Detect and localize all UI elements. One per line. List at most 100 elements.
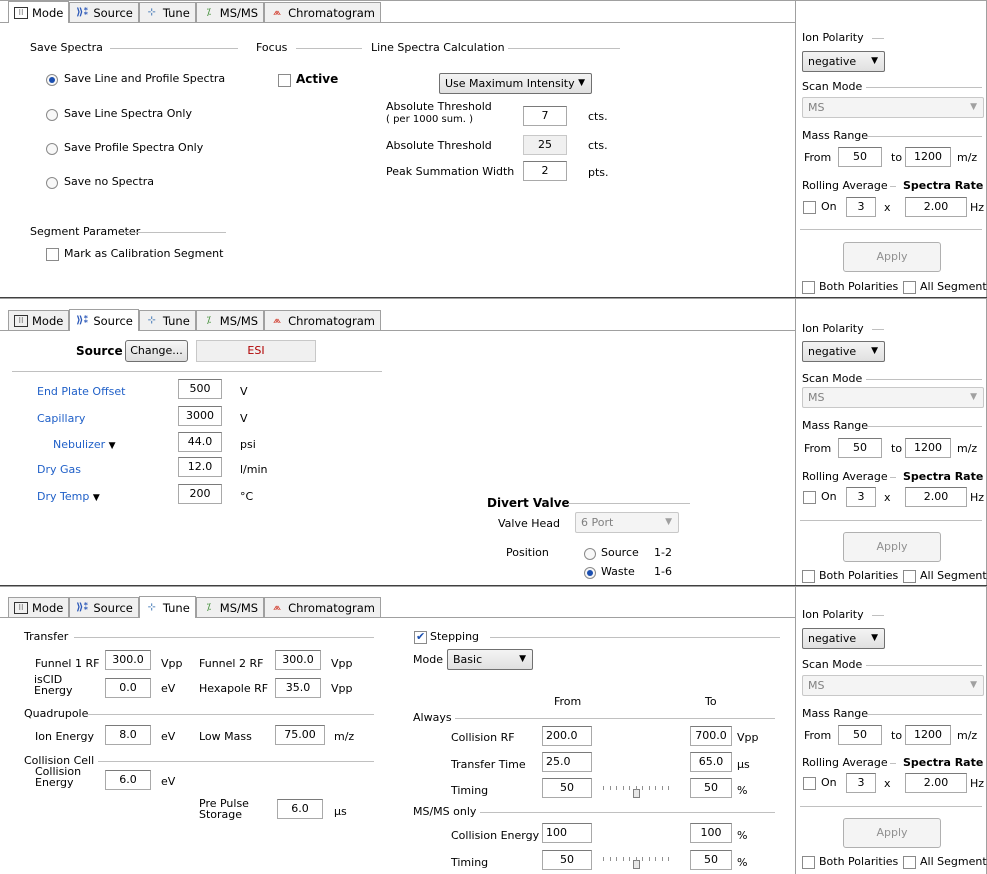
pre-pulse-input[interactable]: 6.0 [277, 799, 323, 819]
rolling-on-checkbox[interactable] [803, 777, 816, 790]
calc-method-dropdown[interactable]: Use Maximum Intensity ▼ [439, 73, 592, 94]
msms-collision-energy-to-input[interactable]: 100 [690, 823, 732, 843]
scan-mode-dropdown[interactable]: MS ▼ [802, 97, 984, 118]
msms-timing-slider-thumb[interactable] [632, 860, 640, 869]
capillary-input[interactable]: 3000 [178, 406, 222, 426]
slider-tick [642, 857, 643, 861]
rolling-count-input[interactable]: 3 [846, 197, 876, 217]
tab-tune[interactable]: ⊹ Tune [138, 2, 196, 22]
spectra-rate-input[interactable]: 2.00 [905, 197, 967, 217]
nebulizer-label[interactable]: Nebulizer ▼ [53, 438, 116, 451]
tab-tune[interactable]: ⊹ Tune [138, 596, 196, 618]
end-plate-input[interactable]: 500 [178, 379, 222, 399]
dry-gas-input[interactable]: 12.0 [178, 457, 222, 477]
tab-mode[interactable]: ⁝⁝ Mode [8, 597, 70, 617]
collision-rf-to-input[interactable]: 700.0 [690, 726, 732, 746]
radio-save-line-only[interactable] [46, 109, 58, 121]
iscid-input[interactable]: 0.0 [105, 678, 151, 698]
msms-collision-energy-from-input[interactable]: 100 [542, 823, 592, 843]
tab-chromatogram[interactable]: ⩕ Chromatogram [264, 2, 382, 22]
hexapole-input[interactable]: 35.0 [275, 678, 321, 698]
radio-save-profile-only-label: Save Profile Spectra Only [64, 141, 204, 154]
radio-save-none-label: Save no Spectra [64, 175, 155, 188]
low-mass-unit: m/z [334, 730, 355, 743]
mass-to-input[interactable]: 1200 [905, 438, 951, 458]
tab-source[interactable]: ⟫⁑ Source [69, 2, 139, 22]
all-segments-checkbox[interactable] [903, 856, 916, 869]
rolling-on-checkbox[interactable] [803, 491, 816, 504]
slider-tick [642, 786, 643, 790]
radio-position-waste[interactable] [584, 567, 596, 579]
msms-timing-to-input[interactable]: 50 [690, 850, 732, 870]
abs-threshold-per-input[interactable]: 7 [523, 106, 567, 126]
ion-energy-input[interactable]: 8.0 [105, 725, 151, 745]
timing-from-input[interactable]: 50 [542, 778, 592, 798]
mass-from-input[interactable]: 50 [838, 147, 882, 167]
timing-to-input[interactable]: 50 [690, 778, 732, 798]
all-segments-checkbox[interactable] [903, 281, 916, 294]
funnel1-input[interactable]: 300.0 [105, 650, 151, 670]
tab-chromatogram[interactable]: ⩕ Chromatogram [264, 597, 382, 617]
both-polarities-checkbox[interactable] [802, 570, 815, 583]
tab-mode[interactable]: ⁝⁝ Mode [8, 310, 70, 330]
scan-mode-dropdown[interactable]: MS ▼ [802, 675, 984, 696]
change-source-button[interactable]: Change... [125, 340, 188, 362]
collision-energy-input[interactable]: 6.0 [105, 770, 151, 790]
both-polarities-checkbox[interactable] [802, 856, 815, 869]
spectra-rate-label[interactable]: Spectra Rate ▼ [903, 756, 987, 769]
tab-mode[interactable]: ⁝⁝ Mode [8, 1, 70, 23]
apply-button[interactable]: Apply [843, 818, 941, 848]
nebulizer-input[interactable]: 44.0 [178, 432, 222, 452]
tab-msms[interactable]: ⁒ MS/MS [195, 2, 265, 22]
ion-polarity-dropdown[interactable]: negative ▼ [802, 628, 885, 649]
msms-timing-from-input[interactable]: 50 [542, 850, 592, 870]
both-polarities-checkbox[interactable] [802, 281, 815, 294]
mass-to-input[interactable]: 1200 [905, 147, 951, 167]
spectra-rate-label[interactable]: Spectra Rate ▼ [903, 470, 987, 483]
mass-to-input[interactable]: 1200 [905, 725, 951, 745]
focus-active-checkbox[interactable] [278, 74, 291, 87]
mass-from-input[interactable]: 50 [838, 438, 882, 458]
spectra-rate-label[interactable]: Spectra Rate ▼ [903, 179, 987, 192]
transfer-time-to-input[interactable]: 65.0 [690, 752, 732, 772]
rolling-count-input[interactable]: 3 [846, 773, 876, 793]
transfer-time-from-input[interactable]: 25.0 [542, 752, 592, 772]
msms-timing-label: Timing [451, 856, 489, 869]
peak-width-input[interactable]: 2 [523, 161, 567, 181]
dry-temp-input[interactable]: 200 [178, 484, 222, 504]
timing-slider[interactable] [603, 784, 669, 798]
timing-slider-thumb[interactable] [632, 789, 640, 798]
tab-msms[interactable]: ⁒ MS/MS [195, 597, 265, 617]
rolling-on-checkbox[interactable] [803, 201, 816, 214]
mass-from-input[interactable]: 50 [838, 725, 882, 745]
funnel2-input[interactable]: 300.0 [275, 650, 321, 670]
all-segments-checkbox[interactable] [903, 570, 916, 583]
tab-source[interactable]: ⟫⁑ Source [69, 309, 139, 331]
abs-threshold-label: Absolute Threshold [386, 139, 492, 152]
radio-position-source[interactable] [584, 548, 596, 560]
stepping-checkbox[interactable] [414, 630, 427, 644]
valve-head-dropdown[interactable]: 6 Port ▼ [575, 512, 679, 533]
apply-button[interactable]: Apply [843, 242, 941, 272]
tab-chromatogram[interactable]: ⩕ Chromatogram [264, 310, 382, 330]
mark-calibration-checkbox[interactable] [46, 248, 59, 261]
dry-temp-label[interactable]: Dry Temp ▼ [37, 490, 100, 503]
ion-polarity-dropdown[interactable]: negative ▼ [802, 341, 885, 362]
collision-rf-from-input[interactable]: 200.0 [542, 726, 592, 746]
radio-save-line-profile[interactable] [46, 74, 58, 86]
ion-polarity-dropdown[interactable]: negative ▼ [802, 51, 885, 72]
msms-timing-slider[interactable] [603, 855, 669, 869]
radio-save-none[interactable] [46, 177, 58, 189]
tab-tune[interactable]: ⊹ Tune [138, 310, 196, 330]
rolling-count-input[interactable]: 3 [846, 487, 876, 507]
low-mass-input[interactable]: 75.00 [275, 725, 325, 745]
spectra-rate-input[interactable]: 2.00 [905, 773, 967, 793]
slider-tick [623, 786, 624, 790]
scan-mode-dropdown[interactable]: MS ▼ [802, 387, 984, 408]
stepping-mode-dropdown[interactable]: Basic ▼ [447, 649, 533, 670]
apply-button[interactable]: Apply [843, 532, 941, 562]
tab-msms[interactable]: ⁒ MS/MS [195, 310, 265, 330]
radio-save-profile-only[interactable] [46, 143, 58, 155]
spectra-rate-input[interactable]: 2.00 [905, 487, 967, 507]
tab-source[interactable]: ⟫⁑ Source [69, 597, 139, 617]
